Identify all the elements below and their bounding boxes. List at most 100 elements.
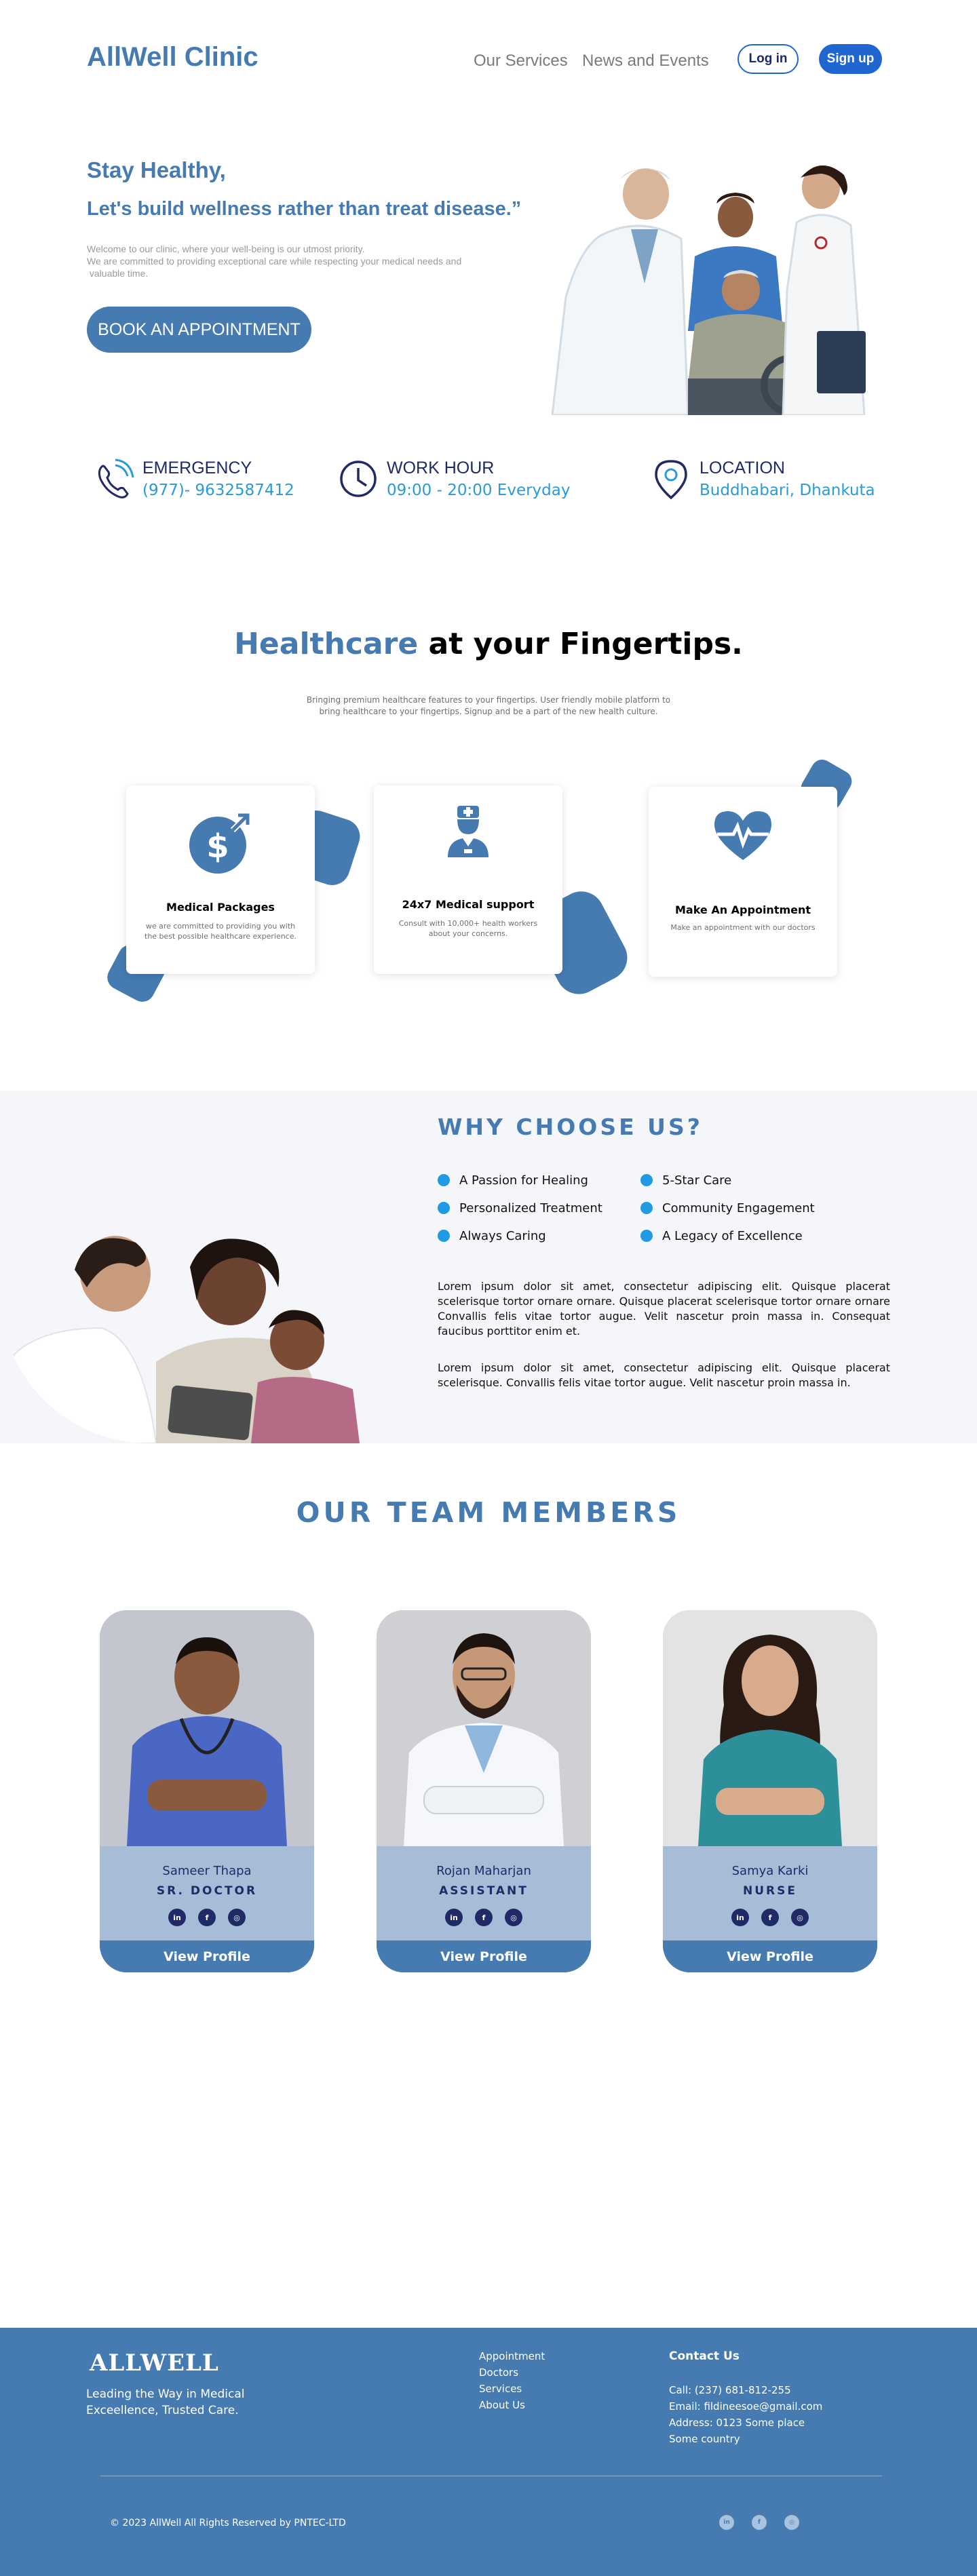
- team-member-card: Rojan Maharjan ASSISTANT in f ◎ View Pro…: [377, 1610, 591, 1972]
- hero-desc-line: Welcome to our clinic, where your well-b…: [87, 243, 365, 254]
- member-photo: [377, 1610, 591, 1846]
- book-appointment-button[interactable]: BOOK AN APPOINTMENT: [87, 307, 311, 353]
- instagram-icon[interactable]: ◎: [784, 2515, 799, 2530]
- member-photo: [100, 1610, 314, 1846]
- footer-social-links: in f ◎: [719, 2515, 799, 2530]
- info-label: EMERGENCY: [142, 458, 252, 477]
- clock-icon: [340, 461, 377, 497]
- login-button[interactable]: Log in: [737, 44, 799, 74]
- member-role: NURSE: [743, 1884, 797, 1898]
- why-paragraph: Lorem ipsum dolor sit amet, consectetur …: [438, 1361, 890, 1389]
- instagram-icon[interactable]: ◎: [228, 1909, 246, 1926]
- footer-tagline-line: Leading the Way in Medical: [86, 2387, 245, 2401]
- member-role: ASSISTANT: [439, 1884, 529, 1898]
- why-item: Community Engagement: [640, 1201, 815, 1215]
- nav-news-events[interactable]: News and Events: [582, 52, 709, 71]
- page: AllWell Clinic Our Services News and Eve…: [0, 0, 977, 2576]
- footer-contact-country: Some country: [669, 2433, 740, 2445]
- why-item-label: A Passion for Healing: [459, 1173, 588, 1188]
- facebook-icon[interactable]: f: [198, 1909, 216, 1926]
- facebook-icon[interactable]: f: [761, 1909, 779, 1926]
- linkedin-icon[interactable]: in: [731, 1909, 749, 1926]
- fingertips-subtitle-line: bring healthcare to your fingertips. Sig…: [319, 707, 658, 716]
- why-item-label: Personalized Treatment: [459, 1201, 602, 1215]
- hero-title: Let's build wellness rather than treat d…: [87, 198, 522, 220]
- card-title: Medical Packages: [166, 901, 275, 914]
- instagram-icon[interactable]: ◎: [791, 1909, 809, 1926]
- view-profile-button[interactable]: View Profile: [663, 1940, 877, 1972]
- phone-icon: [98, 458, 134, 499]
- footer-contact-phone[interactable]: Call: (237) 681-812-255: [669, 2382, 822, 2398]
- footer-tagline: Leading the Way in Medical Exceellence, …: [86, 2386, 244, 2419]
- fingertips-subtitle: Bringing premium healthcare features to …: [244, 695, 733, 718]
- doctor-icon: [448, 806, 488, 857]
- card-title: 24x7 Medical support: [402, 898, 535, 911]
- why-choose-photo: [0, 1226, 387, 1443]
- why-item: Always Caring: [438, 1229, 546, 1243]
- linkedin-icon[interactable]: in: [168, 1909, 186, 1926]
- why-item-label: A Legacy of Excellence: [662, 1229, 803, 1243]
- info-label: WORK HOUR: [387, 458, 495, 477]
- bullet-dot: [640, 1230, 653, 1242]
- footer-contact-email[interactable]: Email: fildineesoe@gmail.com: [669, 2398, 822, 2415]
- team-title: OUR TEAM MEMBERS: [296, 1496, 681, 1529]
- team-member-card: Samya Karki NURSE in f ◎ View Profile: [663, 1610, 877, 1972]
- card-text: we are committed to providing you with t…: [145, 922, 296, 941]
- why-paragraph: Lorem ipsum dolor sit amet, consectetur …: [438, 1280, 890, 1338]
- card-text: Consult with 10,000+ health workers abou…: [398, 919, 538, 938]
- instagram-icon[interactable]: ◎: [505, 1909, 522, 1926]
- hero-medical-team-photo: [525, 155, 892, 415]
- footer-link-doctors[interactable]: Doctors: [479, 2364, 545, 2381]
- signup-button[interactable]: Sign up: [819, 44, 882, 74]
- info-value: Buddhabari, Dhankuta: [700, 482, 875, 499]
- view-profile-button[interactable]: View Profile: [377, 1940, 591, 1972]
- bullet-dot: [438, 1202, 450, 1214]
- footer-links: Appointment Doctors Services About Us: [479, 2348, 545, 2413]
- why-choose-title: WHY CHOOSE US?: [438, 1114, 703, 1140]
- bullet-dot: [438, 1174, 450, 1186]
- service-card-medical-support[interactable]: 24x7 Medical support Consult with 10,000…: [374, 785, 562, 974]
- view-profile-button[interactable]: View Profile: [100, 1940, 314, 1972]
- heartbeat-icon: [714, 811, 771, 860]
- team-member-card: Sameer Thapa SR. DOCTOR in f ◎ View Prof…: [100, 1610, 314, 1972]
- facebook-icon[interactable]: f: [752, 2515, 767, 2530]
- footer-contact-address: Address: 0123 Some place: [669, 2417, 805, 2429]
- service-card-make-appointment[interactable]: Make An Appointment Make an appointment …: [649, 787, 837, 977]
- hero-desc-line: valuable time.: [87, 268, 149, 279]
- footer-link-services[interactable]: Services: [479, 2381, 545, 2397]
- service-card-medical-packages[interactable]: $ Medical Packages we are committed to p…: [126, 785, 315, 974]
- bullet-dot: [640, 1202, 653, 1214]
- hero-desc-line: We are committed to providing exceptiona…: [87, 256, 462, 267]
- footer-contact-heading: Contact Us: [669, 2349, 740, 2363]
- member-name: Samya Karki: [731, 1864, 809, 1878]
- member-name: Rojan Maharjan: [436, 1864, 531, 1878]
- fingertips-title-highlight: Healthcare: [234, 627, 419, 661]
- footer-copyright: © 2023 AllWell All Rights Reserved by PN…: [110, 2518, 346, 2529]
- bullet-dot: [438, 1230, 450, 1242]
- footer-brand[interactable]: ALLWELL: [90, 2349, 219, 2377]
- info-label: LOCATION: [700, 458, 785, 477]
- why-item-label: Always Caring: [459, 1229, 546, 1243]
- facebook-icon[interactable]: f: [475, 1909, 493, 1926]
- info-value[interactable]: (977)- 9632587412: [142, 482, 294, 499]
- location-pin-icon: [655, 460, 687, 500]
- money-growth-icon: $: [189, 812, 251, 874]
- hero-description: Welcome to our clinic, where your well-b…: [87, 243, 535, 279]
- member-social-links: in f ◎: [377, 1909, 591, 1926]
- why-item-label: 5-Star Care: [662, 1173, 732, 1188]
- nav-our-services[interactable]: Our Services: [474, 52, 568, 71]
- linkedin-icon[interactable]: in: [719, 2515, 734, 2530]
- footer-link-appointment[interactable]: Appointment: [479, 2348, 545, 2364]
- why-item: 5-Star Care: [640, 1173, 731, 1188]
- why-item-label: Community Engagement: [662, 1201, 815, 1215]
- card-title: Make An Appointment: [674, 903, 811, 916]
- linkedin-icon[interactable]: in: [445, 1909, 463, 1926]
- member-name: Sameer Thapa: [162, 1864, 252, 1878]
- member-photo: [663, 1610, 877, 1846]
- member-role: SR. DOCTOR: [156, 1884, 258, 1898]
- brand-logo[interactable]: AllWell Clinic: [87, 42, 258, 73]
- footer-link-about[interactable]: About Us: [479, 2397, 545, 2413]
- card-text: Make an appointment with our doctors: [670, 923, 816, 932]
- footer-tagline-line: Exceellence, Trusted Care.: [86, 2404, 239, 2417]
- why-item: A Passion for Healing: [438, 1173, 588, 1188]
